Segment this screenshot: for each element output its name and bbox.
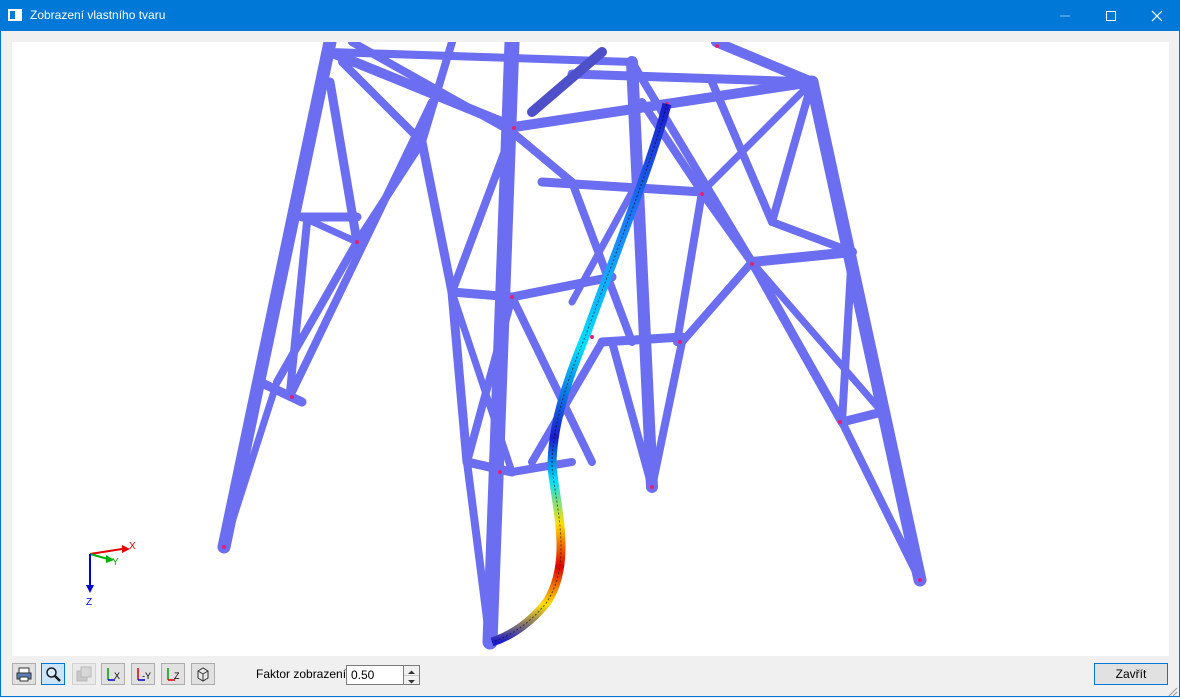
svg-text:X: X xyxy=(114,671,120,681)
view-x-button[interactable]: X xyxy=(101,663,125,685)
tower-members xyxy=(217,42,927,650)
render-button[interactable] xyxy=(72,663,96,685)
zoom-button[interactable] xyxy=(41,663,65,685)
arrow-down-icon xyxy=(408,680,415,684)
view-z-button[interactable]: Z xyxy=(161,663,185,685)
factor-label: Faktor zobrazení: xyxy=(256,667,350,681)
factor-spinner[interactable] xyxy=(404,665,420,685)
axis-x-label: X xyxy=(129,541,136,552)
magnifier-icon xyxy=(46,667,61,682)
window-title: Zobrazení vlastního tvaru xyxy=(30,8,166,22)
minimize-button[interactable] xyxy=(1042,0,1088,31)
spin-down-button[interactable] xyxy=(404,675,419,684)
view-iso-icon xyxy=(197,667,209,682)
print-button[interactable] xyxy=(12,663,36,685)
view-z-icon: Z xyxy=(167,668,180,681)
axis-z-label: Z xyxy=(86,597,93,608)
svg-text:Z: Z xyxy=(174,671,180,681)
close-window-button[interactable] xyxy=(1134,0,1180,31)
view-x-icon: X xyxy=(107,668,120,681)
maximize-button[interactable] xyxy=(1088,0,1134,31)
maximize-icon xyxy=(1106,11,1116,21)
factor-input[interactable] xyxy=(346,665,404,685)
close-button[interactable]: Zavřít xyxy=(1094,663,1168,685)
minimize-icon xyxy=(1060,15,1070,17)
resize-grip-icon[interactable] xyxy=(1166,685,1178,697)
render-icon xyxy=(76,666,92,682)
view-minus-y-icon: -Y xyxy=(137,668,151,681)
model-viewport[interactable]: X Y Z xyxy=(12,42,1169,656)
title-bar: Zobrazení vlastního tvaru xyxy=(0,0,1180,31)
close-icon xyxy=(1151,10,1163,22)
view-minus-y-button[interactable]: -Y xyxy=(131,663,155,685)
axis-y-label: Y xyxy=(112,557,119,568)
view-iso-button[interactable] xyxy=(191,663,215,685)
svg-text:-Y: -Y xyxy=(142,671,151,681)
app-window-icon xyxy=(8,9,22,21)
printer-icon xyxy=(16,667,32,682)
tower-model xyxy=(217,42,927,650)
